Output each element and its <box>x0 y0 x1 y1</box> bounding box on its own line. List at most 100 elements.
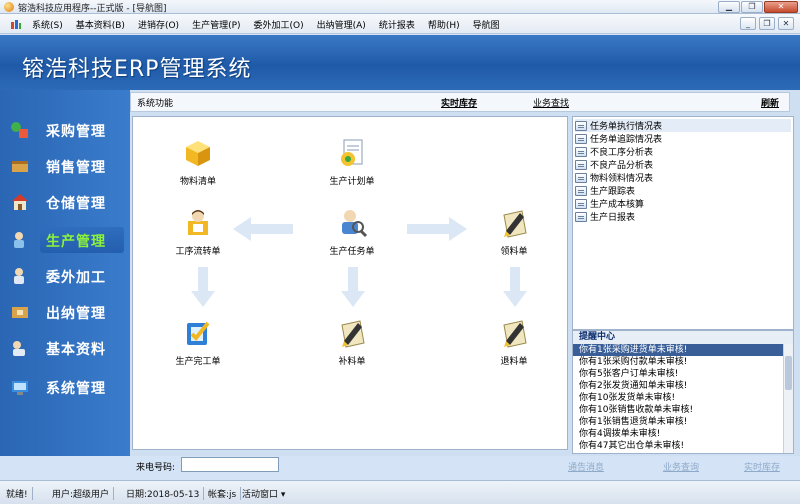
business-query-link[interactable]: 业务查找 <box>533 96 569 109</box>
window-title: 镕浩科技应用程序--正式版 - [导航图] <box>18 4 167 14</box>
reminder-title: 提醒中心 <box>573 331 793 344</box>
sidebar-item-outsourcing[interactable]: 委外加工 <box>4 260 126 290</box>
report-icon <box>575 159 587 170</box>
sidebar-item-label: 出纳管理 <box>46 306 106 322</box>
node-return[interactable]: 退料单 <box>479 317 549 367</box>
status-bar: 就绪! 用户:超级用户 日期:2018-05-13 帐套:js 活动窗口 ▾ <box>0 480 800 504</box>
report-icon <box>575 120 587 131</box>
report-icon <box>575 211 587 222</box>
reminder-item[interactable]: 你有2张发货通知单未审核! <box>573 380 793 392</box>
reminder-item[interactable]: 你有10张销售收款单未审核! <box>573 404 793 416</box>
node-bom[interactable]: 物料清单 <box>163 137 233 187</box>
node-label: 补料单 <box>338 357 366 367</box>
sidebar-item-label: 销售管理 <box>46 160 106 176</box>
arrow-right-icon <box>407 217 467 241</box>
menu-basic-data[interactable]: 基本资料(B) <box>76 18 125 31</box>
outsourcing-icon <box>14 268 24 284</box>
active-window-dropdown[interactable]: 活动窗口 ▾ <box>242 487 289 500</box>
production-icon <box>14 232 24 248</box>
pen-paper-icon <box>341 320 365 348</box>
arrow-down-icon <box>503 267 527 307</box>
reminder-item[interactable]: 你有1张采购进货单未审核! <box>573 344 793 356</box>
close-button[interactable]: ✕ <box>764 1 798 13</box>
menu-outsourcing[interactable]: 委外加工(O) <box>254 18 304 31</box>
report-item[interactable]: 任务单执行情况表 <box>575 119 791 132</box>
node-material-pick[interactable]: 领料单 <box>479 207 549 257</box>
report-item[interactable]: 不良产品分析表 <box>575 158 653 171</box>
sidebar-item-warehouse[interactable]: 仓储管理 <box>4 186 126 216</box>
node-label: 物料清单 <box>179 177 216 187</box>
report-list: 任务单执行情况表 任务单追踪情况表 不良工序分析表 不良产品分析表 物料领料情况… <box>572 116 794 330</box>
app-menu-icon[interactable] <box>10 18 22 30</box>
restore-button[interactable]: ❐ <box>741 1 763 13</box>
reminder-center: 提醒中心 你有1张采购进货单未审核! 你有1张采购付款单未审核! 你有5张客户订… <box>572 330 794 454</box>
reminder-scrollbar[interactable] <box>783 344 793 453</box>
mdi-minimize-button[interactable]: _ <box>740 17 756 30</box>
status-user: 用户:超级用户 <box>52 487 115 500</box>
reminder-item[interactable]: 你有1张销售退货单未审核! <box>573 416 793 428</box>
sidebar-item-label: 委外加工 <box>46 270 106 286</box>
query-link[interactable]: 业务查询 <box>663 460 699 473</box>
report-icon <box>575 198 587 209</box>
report-item[interactable]: 物料领料情况表 <box>575 171 653 184</box>
node-label: 生产计划单 <box>329 177 375 187</box>
person-card-icon <box>188 210 208 235</box>
node-label: 工序流转单 <box>175 247 221 257</box>
sales-icon <box>12 161 28 172</box>
search-person-icon <box>342 210 368 238</box>
bottom-bar: 来电号码: 通告消息 业务查询 实时库存 <box>0 456 800 474</box>
reminder-item[interactable]: 你有10张发货单未审核! <box>573 392 793 404</box>
function-toolbar: 系统功能 实时库存 业务查找 刷新 <box>130 92 790 112</box>
report-item[interactable]: 任务单追踪情况表 <box>575 132 662 145</box>
reminder-item[interactable]: 你有4调拨单未审核! <box>573 428 793 440</box>
sidebar: 采购管理 销售管理 仓储管理 生产管理 委外加工 出纳管理 基本资料 系统管理 <box>0 90 130 456</box>
refresh-link[interactable]: 刷新 <box>761 96 779 109</box>
sidebar-item-label: 系统管理 <box>46 381 106 397</box>
stock-link[interactable]: 实时库存 <box>744 460 780 473</box>
mdi-restore-button[interactable]: ❐ <box>759 17 775 30</box>
sidebar-item-system[interactable]: 系统管理 <box>4 371 126 401</box>
notice-link[interactable]: 通告消息 <box>568 460 604 473</box>
checklist-icon <box>187 321 210 345</box>
sidebar-item-sales[interactable]: 销售管理 <box>4 150 126 180</box>
report-item[interactable]: 不良工序分析表 <box>575 145 653 158</box>
phone-input[interactable] <box>181 457 279 472</box>
node-process-transfer[interactable]: 工序流转单 <box>163 207 233 257</box>
node-label: 退料单 <box>500 357 528 367</box>
menu-reports[interactable]: 统计报表 <box>379 18 415 31</box>
arrow-left-icon <box>233 217 293 241</box>
menu-production[interactable]: 生产管理(P) <box>192 18 240 31</box>
scrollbar-thumb[interactable] <box>785 356 792 390</box>
node-production-task[interactable]: 生产任务单 <box>317 207 387 257</box>
node-supplement[interactable]: 补料单 <box>317 317 387 367</box>
sidebar-item-cashier[interactable]: 出纳管理 <box>4 296 126 326</box>
menu-cashier[interactable]: 出纳管理(A) <box>317 18 366 31</box>
report-item[interactable]: 生产成本核算 <box>575 197 644 210</box>
reminder-item[interactable]: 你有47其它出仓单未审核! <box>573 440 793 452</box>
minimize-button[interactable]: ▁ <box>718 1 740 13</box>
report-icon <box>575 146 587 157</box>
warehouse-icon <box>12 194 28 210</box>
reminder-item[interactable]: 你有1张采购付款单未审核! <box>573 356 793 368</box>
system-icon <box>12 381 28 395</box>
report-item[interactable]: 生产日报表 <box>575 210 635 223</box>
report-item[interactable]: 生产跟踪表 <box>575 184 635 197</box>
sidebar-item-label: 采购管理 <box>46 124 106 140</box>
node-production-plan[interactable]: 生产计划单 <box>317 137 387 187</box>
pen-paper-icon <box>503 320 527 348</box>
sidebar-item-purchase[interactable]: 采购管理 <box>4 114 126 144</box>
menu-system[interactable]: 系统(S) <box>32 18 63 31</box>
node-production-complete[interactable]: 生产完工单 <box>163 317 233 367</box>
menu-inventory[interactable]: 进销存(O) <box>138 18 179 31</box>
reminder-item[interactable]: 你有5张客户订单未审核! <box>573 368 793 380</box>
realtime-stock-link[interactable]: 实时库存 <box>441 96 477 109</box>
sidebar-item-basic-data[interactable]: 基本资料 <box>4 332 126 362</box>
report-icon <box>575 172 587 183</box>
status-date: 日期:2018-05-13 <box>126 487 205 500</box>
basic-data-icon <box>13 341 25 356</box>
menu-help[interactable]: 帮助(H) <box>428 18 460 31</box>
menu-navigation[interactable]: 导航图 <box>473 18 500 31</box>
sidebar-item-production[interactable]: 生产管理 <box>4 224 126 254</box>
mdi-close-button[interactable]: ✕ <box>778 17 794 30</box>
node-label: 生产任务单 <box>329 247 375 257</box>
